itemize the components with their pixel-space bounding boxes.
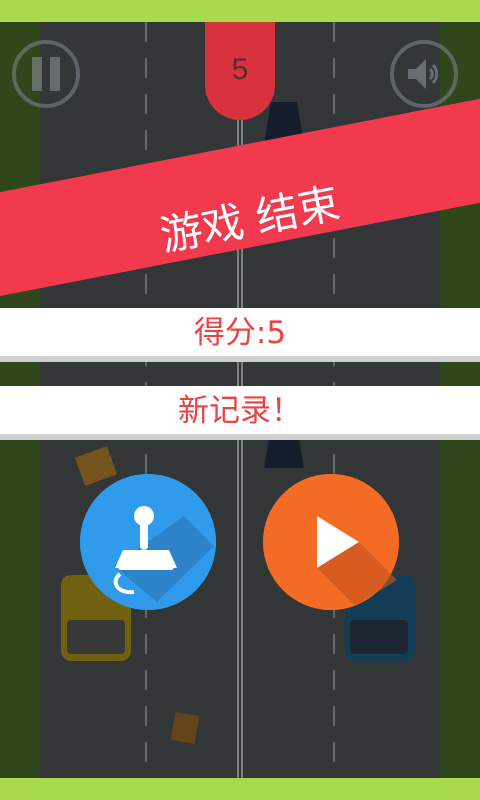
play-icon	[263, 474, 399, 610]
bottom-grass-strip	[0, 778, 480, 800]
pause-icon	[32, 57, 60, 91]
game-screen: 5 游戏 结束 得分:5 新记录！	[0, 0, 480, 800]
new-record-text: 新记录！	[178, 393, 302, 429]
pause-button[interactable]	[12, 40, 80, 108]
score-panel: 得分:5	[0, 308, 480, 362]
controller-button[interactable]	[80, 474, 220, 620]
top-grass-strip	[0, 0, 480, 22]
score-badge: 5	[205, 22, 275, 120]
joystick-icon	[80, 474, 216, 610]
sound-button[interactable]	[390, 40, 458, 108]
final-score-text: 得分:5	[193, 315, 287, 351]
score-badge-value: 5	[231, 53, 249, 86]
record-panel: 新记录！	[0, 386, 480, 440]
speaker-icon	[408, 59, 439, 89]
play-button[interactable]	[263, 474, 403, 620]
